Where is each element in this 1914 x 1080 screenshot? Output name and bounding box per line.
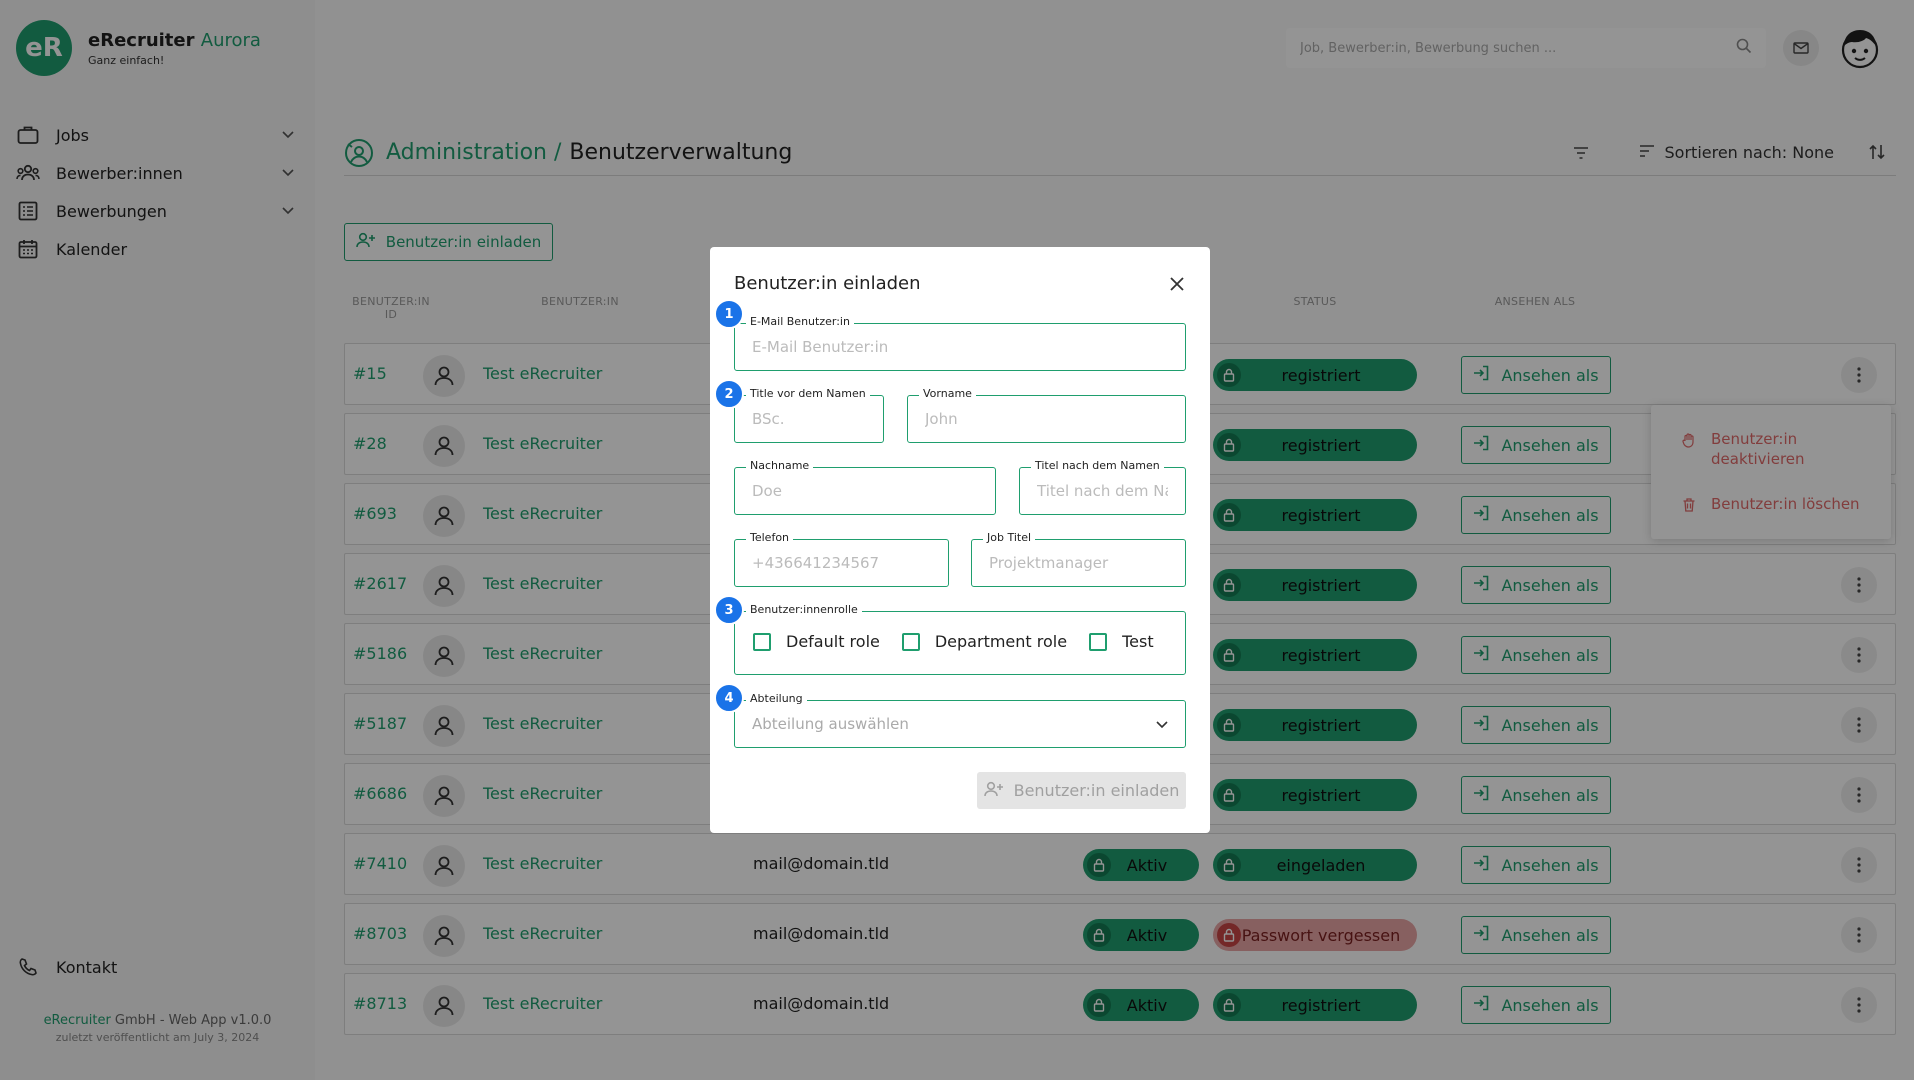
close-icon[interactable] xyxy=(1166,273,1188,295)
department-select[interactable]: Abteilung Abteilung auswählen xyxy=(734,692,1186,748)
user-plus-icon xyxy=(983,781,1004,801)
title-before-field[interactable]: Title vor dem Namen xyxy=(734,387,884,443)
checkbox[interactable] xyxy=(753,632,771,651)
last-name-input[interactable] xyxy=(735,468,995,514)
title-before-input[interactable] xyxy=(735,396,883,442)
email-input[interactable] xyxy=(735,324,1185,370)
job-title-input[interactable] xyxy=(972,540,1185,586)
title-after-field[interactable]: Titel nach dem Namen xyxy=(1019,459,1186,515)
last-name-field[interactable]: Nachname xyxy=(734,459,996,515)
role-checkbox-default[interactable]: Default role xyxy=(753,632,880,651)
step-marker-4: 4 xyxy=(714,683,744,713)
role-checkbox-test[interactable]: Test xyxy=(1089,632,1154,651)
phone-field[interactable]: Telefon xyxy=(734,531,949,587)
dialog-title: Benutzer:in einladen xyxy=(734,273,921,294)
phone-input[interactable] xyxy=(735,540,948,586)
title-after-input[interactable] xyxy=(1020,468,1185,514)
invite-user-dialog: Benutzer:in einladen E-Mail Benutzer:in … xyxy=(710,247,1210,833)
submit-invite-button[interactable]: Benutzer:in einladen xyxy=(977,772,1186,809)
email-field[interactable]: E-Mail Benutzer:in xyxy=(734,315,1186,371)
job-title-field[interactable]: Job Titel xyxy=(971,531,1186,587)
user-role-group: Benutzer:innenrolle Default role Departm… xyxy=(734,603,1186,675)
first-name-field[interactable]: Vorname xyxy=(907,387,1186,443)
step-marker-1: 1 xyxy=(714,299,744,329)
app-root: eR eRecruiter Aurora Ganz einfach! Jobs xyxy=(0,0,1914,1080)
role-checkbox-department[interactable]: Department role xyxy=(901,632,1067,651)
checkbox[interactable] xyxy=(901,632,920,651)
first-name-input[interactable] xyxy=(908,396,1185,442)
step-marker-2: 2 xyxy=(714,379,744,409)
step-marker-3: 3 xyxy=(714,595,744,625)
chevron-down-icon xyxy=(1156,715,1168,733)
checkbox[interactable] xyxy=(1089,632,1108,651)
